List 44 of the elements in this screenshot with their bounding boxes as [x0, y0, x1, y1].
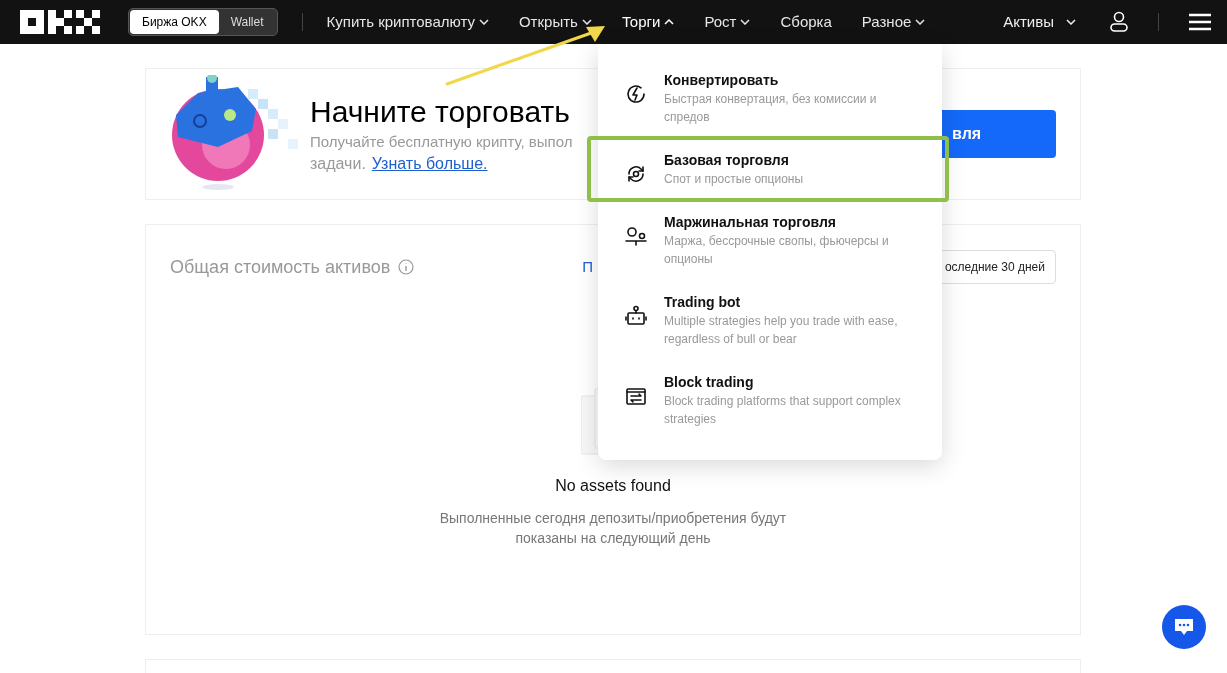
- trade-menu-item[interactable]: Базовая торговля Спот и простые опционы: [587, 136, 949, 202]
- nav-menu-item[interactable]: Разное: [861, 10, 926, 34]
- empty-state-title: No assets found: [555, 476, 671, 496]
- nav-menu-item[interactable]: Торги: [621, 10, 675, 34]
- nav-menu-item[interactable]: Купить криптовалюту: [326, 10, 489, 34]
- menu-icon[interactable]: [1189, 13, 1211, 31]
- menu-item-title: Конвертировать: [664, 71, 780, 90]
- assets-menu[interactable]: Активы: [1003, 10, 1076, 34]
- chevron-icon: [915, 19, 926, 25]
- chat-button[interactable]: [1162, 605, 1206, 649]
- people-icon: [624, 224, 648, 248]
- toggle-option[interactable]: Биржа OKX: [130, 10, 219, 34]
- menu-item-description: Block trading platforms that support complex strategies: [664, 393, 902, 428]
- assets-link[interactable]: П: [582, 255, 594, 279]
- menu-item-description: Быстрая конвертация, без комиссии и спредов: [664, 91, 878, 126]
- total-assets-title: Общая стоимость активов: [170, 255, 391, 279]
- chat-icon: [1173, 617, 1195, 637]
- chevron-icon: [664, 19, 675, 25]
- menu-item-title: Базовая торговля: [664, 151, 790, 170]
- learn-more-link[interactable]: Узнать больше.: [371, 153, 488, 175]
- nav-menu-item[interactable]: Рост: [704, 10, 751, 34]
- empty-state-text: Выполненные сегодня депозиты/приобретения будут показаны на следующий день: [438, 509, 788, 548]
- menu-item-description: Спот и простые опционы: [664, 171, 805, 188]
- promo-text: Получайте бесплатную крипту, выпол: [310, 132, 573, 152]
- chevron-icon: [581, 19, 592, 25]
- chevron-icon: [740, 19, 751, 25]
- chevron-icon: [478, 19, 489, 25]
- nav-menu-item[interactable]: Сборка: [780, 10, 832, 34]
- menu-item-title: Block trading: [664, 373, 755, 392]
- promo-text: задачи.: [310, 154, 366, 174]
- menu-item-title: Маржинальная торговля: [664, 213, 838, 232]
- nav-menu-item[interactable]: Открыть: [518, 10, 592, 34]
- menu-item-description: Multiple strategies help you trade with ease, regardless of bull or bear: [664, 313, 899, 348]
- user-icon[interactable]: [1110, 11, 1128, 33]
- trade-menu-item[interactable]: Trading bot Multiple strategies help you trade with ease, regardless of bull or bear: [598, 282, 942, 358]
- logo-icon[interactable]: [20, 10, 100, 34]
- promo-title: Начните торговать: [310, 94, 571, 130]
- trade-menu-item[interactable]: Block trading Block trading platforms that support complex strategies: [598, 362, 942, 438]
- robot-icon: [624, 304, 648, 328]
- chevron-icon: [1066, 19, 1076, 25]
- menu-item-title: Trading bot: [664, 293, 742, 312]
- info-icon[interactable]: [398, 259, 415, 275]
- toggle-option[interactable]: Wallet: [218, 10, 276, 34]
- lightning-circle-icon: [624, 82, 648, 106]
